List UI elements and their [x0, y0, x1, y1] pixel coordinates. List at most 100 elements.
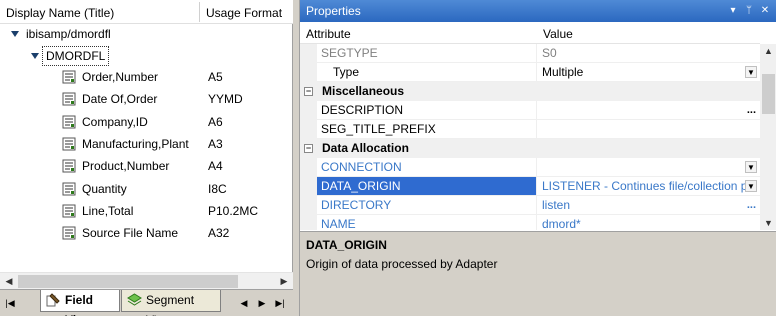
scroll-down-icon[interactable]: ▼: [760, 216, 776, 230]
next-tab-icon[interactable]: ▶: [256, 296, 268, 310]
property-value[interactable]: dmord*: [537, 215, 760, 230]
property-value-text: Multiple: [542, 65, 584, 79]
property-value-text: listen: [542, 198, 571, 212]
property-value[interactable]: ...: [537, 101, 760, 120]
expand-arrow-icon[interactable]: [11, 31, 19, 37]
category-label: Data Allocation: [322, 141, 409, 155]
column-attribute: Attribute: [306, 27, 351, 41]
field-name: Source File Name: [82, 226, 179, 241]
field-icon: [62, 226, 76, 240]
property-name: DIRECTORY: [317, 196, 537, 215]
row-gutter: [300, 101, 317, 120]
field-format: A32: [208, 226, 230, 241]
field-icon: [62, 115, 76, 129]
property-value[interactable]: [537, 120, 760, 139]
field-icon: [62, 92, 76, 106]
expand-arrow-icon[interactable]: [31, 53, 39, 59]
dropdown-arrow-icon[interactable]: ▼: [745, 180, 757, 192]
description-title: DATA_ORIGIN: [306, 238, 387, 252]
field-row[interactable]: Quantity I8C: [0, 179, 293, 199]
property-grid: SEGTYPE S0 Type Multiple ▼ − Miscellaneous DESC…: [300, 44, 760, 230]
property-row[interactable]: DIRECTORY listen...: [300, 196, 760, 215]
vertical-scrollbar[interactable]: ▲ ▼: [760, 44, 776, 230]
property-value-text: LISTENER - Continues file/collection p: [542, 179, 748, 193]
dropdown-arrow-icon[interactable]: ▼: [745, 161, 757, 173]
field-name: Product,Number: [82, 159, 170, 174]
row-gutter: [300, 196, 317, 215]
property-row[interactable]: SEGTYPE S0: [300, 44, 760, 63]
property-name: SEG_TITLE_PREFIX: [317, 120, 537, 139]
tab-field-view-label: Field View: [65, 293, 94, 316]
properties-titlebar: Properties ▾ ᛘ ✕: [300, 0, 776, 22]
property-name: CONNECTION: [317, 158, 537, 177]
property-value[interactable]: Multiple ▼: [537, 63, 760, 82]
field-row[interactable]: Company,ID A6: [0, 112, 293, 132]
property-category[interactable]: − Data Allocation: [300, 139, 760, 158]
field-icon: [62, 70, 76, 84]
column-usage-format[interactable]: Usage Format: [206, 6, 282, 20]
property-value-text: dmord*: [542, 217, 581, 230]
field-row[interactable]: Order,Number A5: [0, 67, 293, 87]
property-value[interactable]: listen...: [537, 196, 760, 215]
row-gutter: [300, 215, 317, 230]
ellipsis-button[interactable]: ...: [747, 196, 756, 214]
description-text: Origin of data processed by Adapter: [306, 257, 498, 271]
properties-panel: Properties ▾ ᛘ ✕ Attribute Value SEGTYPE…: [299, 0, 776, 316]
scroll-left-icon[interactable]: ◀: [2, 275, 16, 288]
field-row[interactable]: Source File Name A32: [0, 223, 293, 243]
collapse-icon[interactable]: −: [304, 144, 313, 153]
property-row[interactable]: CONNECTION ▼: [300, 158, 760, 177]
close-icon[interactable]: ✕: [758, 4, 772, 18]
property-row[interactable]: NAME dmord*: [300, 215, 760, 230]
field-view-icon: [46, 293, 60, 307]
tree-root-label: ibisamp/dmordfl: [26, 27, 111, 41]
field-name: Date Of,Order: [82, 92, 158, 107]
last-tab-icon[interactable]: ▶|: [274, 296, 286, 310]
tab-field-view[interactable]: Field View: [40, 290, 120, 316]
tree-root-node[interactable]: ibisamp/dmordfl: [0, 24, 293, 44]
prev-tab-icon[interactable]: ◀: [238, 296, 250, 310]
property-name: DATA_ORIGIN: [317, 177, 537, 196]
field-row[interactable]: Line,Total P10.2MC: [0, 201, 293, 221]
field-format: A3: [208, 136, 223, 151]
dropdown-icon[interactable]: ▾: [726, 4, 740, 18]
property-value[interactable]: LISTENER - Continues file/collection p ▼: [537, 177, 760, 196]
tab-segment-view[interactable]: Segment View: [121, 290, 221, 316]
properties-column-header: Attribute Value: [300, 22, 760, 44]
column-display-name[interactable]: Display Name (Title): [6, 6, 114, 20]
field-name: Manufacturing,Plant: [82, 136, 189, 151]
segment-view-icon: [127, 293, 142, 306]
field-name: Line,Total: [82, 203, 134, 218]
property-value[interactable]: S0: [537, 44, 760, 63]
row-gutter: [300, 63, 317, 82]
tab-segment-view-label: Segment View: [146, 293, 195, 316]
column-separator[interactable]: [199, 2, 200, 22]
property-row[interactable]: SEG_TITLE_PREFIX: [300, 120, 760, 139]
property-name: SEGTYPE: [317, 44, 537, 63]
property-row[interactable]: DESCRIPTION...: [300, 101, 760, 120]
first-tab-icon[interactable]: |◀: [4, 296, 16, 310]
ellipsis-button[interactable]: ...: [747, 101, 756, 119]
scrollbar-thumb[interactable]: [18, 275, 238, 288]
field-tree-panel: Display Name (Title) Usage Format ibisam…: [0, 0, 293, 316]
field-row[interactable]: Date Of,Order YYMD: [0, 89, 293, 109]
collapse-icon[interactable]: −: [304, 87, 313, 96]
pin-icon[interactable]: ᛘ: [742, 4, 756, 18]
field-format: I8C: [208, 181, 227, 196]
property-category[interactable]: − Miscellaneous: [300, 82, 760, 101]
scroll-up-icon[interactable]: ▲: [760, 44, 776, 58]
field-name: Quantity: [82, 181, 127, 196]
property-row[interactable]: DATA_ORIGIN LISTENER - Continues file/col…: [300, 177, 760, 196]
segment-node[interactable]: DMORDFL: [42, 46, 110, 66]
property-row[interactable]: Type Multiple ▼: [300, 63, 760, 82]
dropdown-arrow-icon[interactable]: ▼: [745, 66, 757, 78]
field-format: A6: [208, 114, 223, 129]
property-name: DESCRIPTION: [317, 101, 537, 120]
horizontal-scrollbar[interactable]: ◀ ▶: [0, 272, 293, 289]
property-value[interactable]: ▼: [537, 158, 760, 177]
field-row[interactable]: Product,Number A4: [0, 156, 293, 176]
scroll-right-icon[interactable]: ▶: [277, 275, 291, 288]
field-row[interactable]: Manufacturing,Plant A3: [0, 134, 293, 154]
scrollbar-thumb[interactable]: [762, 74, 775, 114]
row-gutter: [300, 120, 317, 139]
